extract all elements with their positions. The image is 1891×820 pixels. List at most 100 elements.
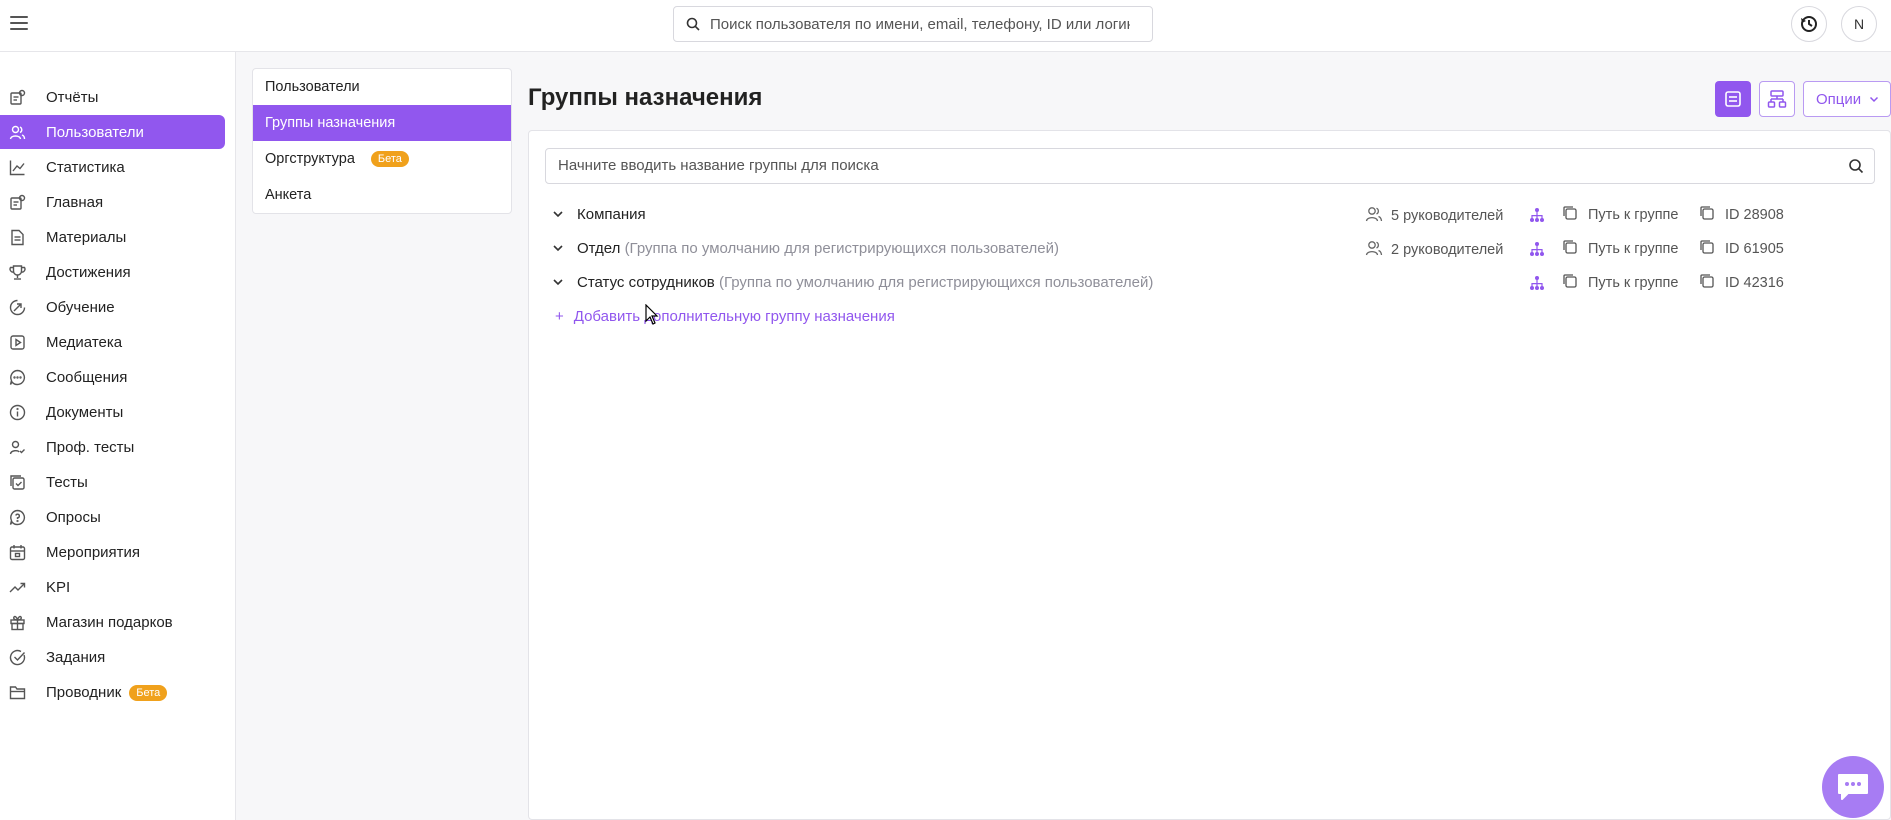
plus-icon: + [555, 308, 564, 325]
document-icon [9, 229, 26, 246]
sidebar-item[interactable]: Материалы [0, 220, 225, 254]
copy-id-button[interactable]: ID 61905 [1699, 239, 1784, 259]
sidebar-item-label: Достижения [46, 264, 131, 281]
subnav-item[interactable]: Оргструктура Бета [253, 141, 511, 177]
sidebar-item[interactable]: Обучение [0, 290, 225, 324]
group-row: Отдел (Группа по умолчанию для регистрир… [552, 235, 1872, 263]
group-name[interactable]: Статус сотрудников (Группа по умолчанию … [577, 274, 1153, 291]
chevron-down-icon[interactable] [552, 275, 564, 291]
group-id: ID 42316 [1725, 275, 1784, 291]
learning-icon [9, 299, 26, 316]
subnav-item[interactable]: Пользователи [253, 69, 511, 105]
managers-label: 2 руководителей [1391, 242, 1504, 258]
tests-icon [9, 474, 26, 491]
group-row: Компания 5 руководителей Путь к группе ID 2… [552, 201, 1872, 229]
managers-count[interactable]: 2 руководителей [1365, 239, 1503, 261]
home-icon [9, 194, 26, 211]
sidebar-item[interactable]: Опросы [0, 500, 225, 534]
org-tree-icon[interactable] [1529, 275, 1545, 294]
task-icon [9, 649, 26, 666]
sidebar-item-label: Проводник Бета [46, 684, 168, 702]
copy-icon [1562, 239, 1578, 259]
sidebar-item[interactable]: Задания [0, 640, 225, 674]
subnav-item-label: Пользователи [265, 79, 360, 95]
chat-button[interactable] [1822, 756, 1884, 818]
managers-label: 5 руководителей [1391, 208, 1504, 224]
group-hint: (Группа по умолчанию для регистрирующихс… [624, 240, 1059, 257]
sidebar-item-label: Магазин подарков [46, 614, 173, 631]
sidebar-item-label: Обучение [46, 299, 115, 316]
subnav-item[interactable]: Группы назначения [253, 105, 511, 141]
add-group-link[interactable]: + Добавить дополнительную группу назначен… [555, 308, 895, 325]
trophy-icon [9, 264, 26, 281]
tree-view-button[interactable] [1759, 81, 1795, 117]
message-icon [9, 369, 26, 386]
sidebar-item[interactable]: Отчёты [0, 80, 225, 114]
chevron-down-icon[interactable] [552, 241, 564, 257]
history-button[interactable] [1791, 6, 1827, 42]
info-icon [9, 404, 26, 421]
search-icon[interactable] [1848, 158, 1864, 174]
copy-icon [1699, 273, 1715, 293]
org-tree-icon[interactable] [1529, 207, 1545, 226]
chevron-down-icon[interactable] [552, 207, 564, 223]
sidebar-item[interactable]: Главная [0, 185, 225, 219]
sidebar-item-label: Статистика [46, 159, 125, 176]
folder-icon [9, 684, 26, 701]
group-id: ID 28908 [1725, 207, 1784, 223]
list-view-button[interactable] [1715, 81, 1751, 117]
sidebar-item-label: Документы [46, 404, 124, 421]
users-subnav: Пользователи Группы назначения Оргструктур… [252, 68, 512, 214]
sidebar-item[interactable]: Документы [0, 395, 225, 429]
trend-icon [9, 579, 26, 596]
history-icon [1801, 16, 1817, 32]
group-name[interactable]: Компания [577, 206, 646, 223]
sidebar-item[interactable]: Тесты [0, 465, 225, 499]
profile-avatar[interactable]: N [1841, 6, 1877, 42]
sidebar-item[interactable]: Проводник Бета [0, 675, 225, 709]
copy-path-button[interactable]: Путь к группе [1562, 273, 1678, 293]
copy-icon [1699, 239, 1715, 259]
chat-icon [1838, 774, 1868, 800]
subnav-item[interactable]: Анкета [253, 177, 511, 213]
options-button[interactable]: Опции [1803, 81, 1891, 117]
sidebar-item[interactable]: Достижения [0, 255, 225, 289]
group-name[interactable]: Отдел (Группа по умолчанию для регистрир… [577, 240, 1059, 257]
subnav-item-label: Группы назначения [265, 115, 396, 131]
sidebar-item-label: Сообщения [46, 369, 128, 386]
group-hint: (Группа по умолчанию для регистрирующихс… [718, 274, 1154, 291]
org-tree-icon[interactable] [1529, 241, 1545, 260]
subnav-item-label: Анкета [265, 187, 312, 203]
mouse-cursor-icon [645, 304, 659, 325]
sidebar-item[interactable]: Магазин подарков [0, 605, 225, 639]
copy-id-button[interactable]: ID 28908 [1699, 205, 1784, 225]
copy-path-button[interactable]: Путь к группе [1562, 205, 1678, 225]
sidebar-item-label: Медиатека [46, 334, 123, 351]
beta-badge: Бета [129, 685, 168, 702]
copy-path-button[interactable]: Путь к группе [1562, 239, 1678, 259]
managers-count[interactable]: 5 руководителей [1365, 205, 1503, 227]
sidebar-item-label: Материалы [46, 229, 127, 246]
copy-id-button[interactable]: ID 42316 [1699, 273, 1784, 293]
sidebar-item-label: Опросы [46, 509, 101, 526]
groups-panel [528, 130, 1891, 820]
user-search-input[interactable] [710, 15, 1130, 33]
group-search-input[interactable] [558, 157, 1818, 174]
menu-icon[interactable] [10, 16, 28, 32]
sidebar-item[interactable]: Проф. тесты [0, 430, 225, 464]
user-search-field[interactable] [673, 6, 1153, 42]
sidebar-item[interactable]: Пользователи [0, 115, 225, 149]
copy-icon [1562, 205, 1578, 225]
copy-icon [1699, 205, 1715, 225]
sidebar-item[interactable]: Сообщения [0, 360, 225, 394]
gift-icon [9, 614, 26, 631]
stats-icon [9, 159, 26, 176]
users-icon [9, 124, 26, 141]
sidebar-item[interactable]: KPI [0, 570, 225, 604]
path-label: Путь к группе [1588, 241, 1679, 257]
sidebar-item[interactable]: Медиатека [0, 325, 225, 359]
sidebar-item[interactable]: Статистика [0, 150, 225, 184]
sidebar-item[interactable]: Мероприятия [0, 535, 225, 569]
sidebar-item-label: Задания [46, 649, 106, 666]
group-search-field[interactable] [545, 148, 1875, 184]
